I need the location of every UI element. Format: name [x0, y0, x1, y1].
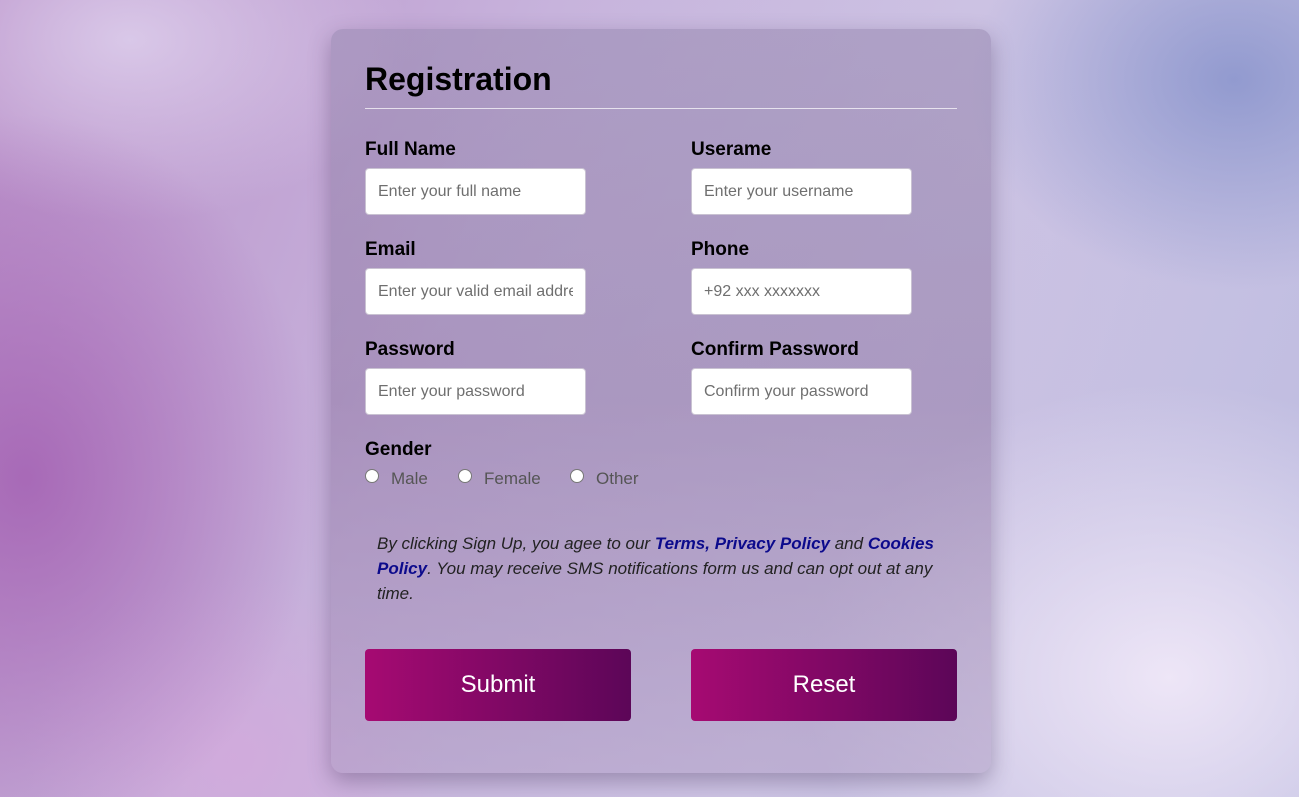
full-name-label: Full Name — [365, 139, 456, 160]
terms-link[interactable]: Terms, — [655, 534, 710, 553]
username-input[interactable] — [691, 168, 912, 215]
phone-input[interactable] — [691, 268, 912, 315]
phone-label: Phone — [691, 239, 750, 260]
registration-card: Registration Full Name Userame Email Pho… — [331, 29, 991, 773]
terms-suffix: . You may receive SMS notifications form… — [377, 559, 933, 603]
terms-and: and — [830, 534, 868, 553]
confirm-password-label: Confirm Password — [691, 339, 859, 360]
confirm-password-input[interactable] — [691, 368, 912, 415]
gender-label-female[interactable]: Female — [484, 469, 541, 489]
privacy-policy-link[interactable]: Privacy Policy — [715, 534, 830, 553]
title-divider — [365, 108, 957, 109]
form-title: Registration — [365, 61, 552, 97]
reset-button[interactable]: Reset — [691, 649, 957, 721]
email-input[interactable] — [365, 268, 586, 315]
gender-radio-male[interactable] — [365, 469, 379, 483]
full-name-input[interactable] — [365, 168, 586, 215]
gender-label-other[interactable]: Other — [596, 469, 639, 489]
gender-label-male[interactable]: Male — [391, 469, 428, 489]
terms-notice: By clicking Sign Up, you agee to our Ter… — [377, 531, 937, 606]
terms-prefix: By clicking Sign Up, you agee to our — [377, 534, 655, 553]
gender-radio-female[interactable] — [458, 469, 472, 483]
password-input[interactable] — [365, 368, 586, 415]
username-label: Userame — [691, 139, 772, 160]
gender-radio-other[interactable] — [570, 469, 584, 483]
email-label: Email — [365, 239, 416, 260]
gender-label: Gender — [365, 439, 432, 460]
password-label: Password — [365, 339, 455, 360]
submit-button[interactable]: Submit — [365, 649, 631, 721]
